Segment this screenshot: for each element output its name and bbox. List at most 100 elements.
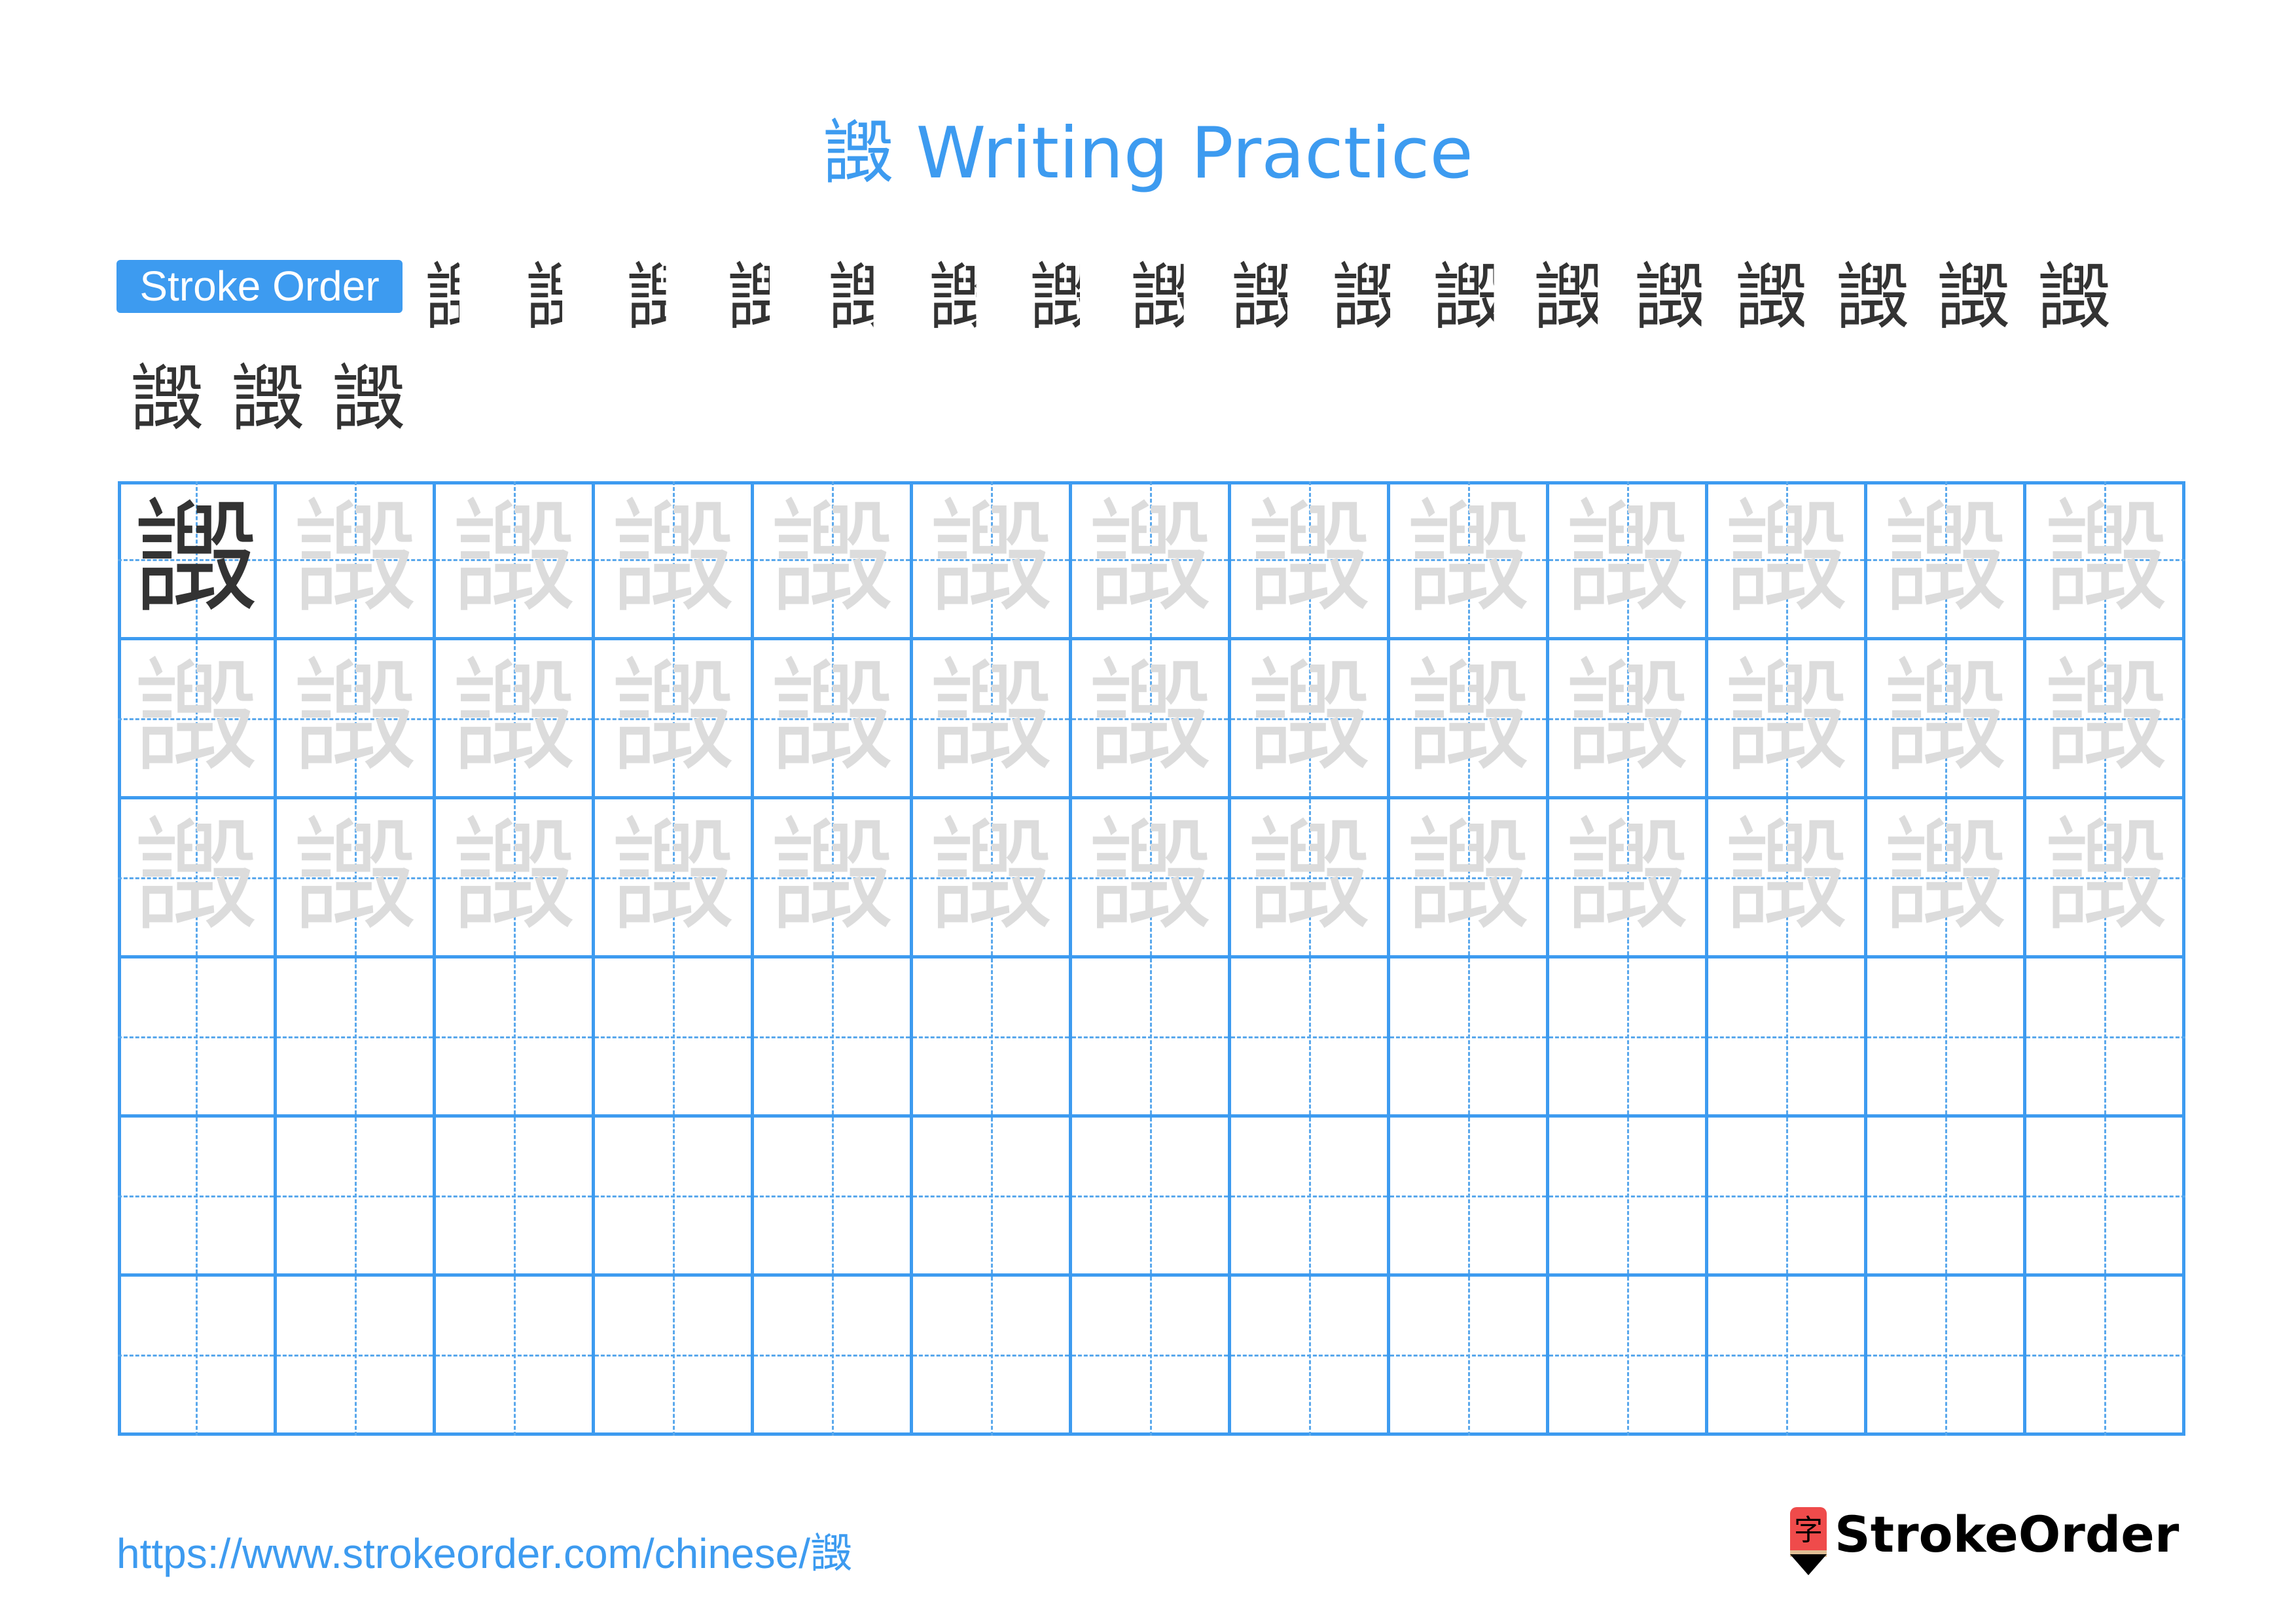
grid-cell[interactable] <box>595 1277 754 1436</box>
grid-cell[interactable] <box>1390 1118 1549 1277</box>
grid-cell[interactable]: 譭 <box>1231 640 1390 799</box>
grid-cell[interactable]: 譭 <box>913 481 1072 640</box>
stroke-step-1: 譭 <box>425 255 498 340</box>
grid-cell[interactable]: 譭 <box>595 640 754 799</box>
grid-cell[interactable] <box>277 958 436 1118</box>
grid-cell[interactable] <box>1867 1118 2026 1277</box>
grid-cell[interactable] <box>118 1118 277 1277</box>
guide-line-horizontal <box>1072 1355 1228 1357</box>
grid-cell[interactable]: 譭 <box>1072 481 1231 640</box>
trace-character: 譭 <box>610 486 735 631</box>
grid-cell[interactable] <box>1072 1118 1231 1277</box>
grid-cell[interactable]: 譭 <box>1231 481 1390 640</box>
grid-cell[interactable]: 譭 <box>436 640 595 799</box>
grid-cell[interactable] <box>436 958 595 1118</box>
grid-cell[interactable]: 譭 <box>1867 481 2026 640</box>
trace-character: 譭 <box>1087 486 1212 631</box>
guide-line-horizontal <box>436 1036 592 1038</box>
grid-cell[interactable] <box>1708 1277 1867 1436</box>
trace-character: 譭 <box>1882 486 2007 631</box>
grid-cell[interactable]: 譭 <box>595 481 754 640</box>
grid-cell[interactable]: 譭 <box>1867 640 2026 799</box>
grid-cell[interactable] <box>2026 1118 2185 1277</box>
grid-cell[interactable]: 譭 <box>754 481 913 640</box>
trace-character: 譭 <box>1723 486 1848 631</box>
grid-cell[interactable]: 譭 <box>1867 799 2026 958</box>
grid-cell[interactable]: 譭 <box>118 481 277 640</box>
grid-cell[interactable] <box>754 958 913 1118</box>
grid-cell[interactable] <box>1867 958 2026 1118</box>
trace-character: 譭 <box>1882 805 2007 949</box>
grid-cell[interactable] <box>277 1118 436 1277</box>
stroke-step-18: 譭 <box>130 357 204 442</box>
guide-line-horizontal <box>2026 1036 2185 1038</box>
grid-cell[interactable] <box>436 1118 595 1277</box>
grid-cell[interactable] <box>436 1277 595 1436</box>
grid-cell[interactable] <box>1231 1118 1390 1277</box>
grid-cell[interactable] <box>1390 1277 1549 1436</box>
grid-cell[interactable] <box>754 1277 913 1436</box>
grid-cell[interactable]: 譭 <box>913 640 1072 799</box>
grid-cell[interactable]: 譭 <box>277 799 436 958</box>
pencil-tip-icon <box>1790 1554 1827 1575</box>
grid-cell[interactable] <box>754 1118 913 1277</box>
grid-cell[interactable] <box>2026 958 2185 1118</box>
grid-cell[interactable] <box>1390 958 1549 1118</box>
grid-cell[interactable]: 譭 <box>1390 640 1549 799</box>
grid-cell[interactable] <box>595 958 754 1118</box>
stroke-step-20: 譭 <box>332 357 405 442</box>
grid-cell[interactable]: 譭 <box>754 799 913 958</box>
grid-cell[interactable]: 譭 <box>754 640 913 799</box>
grid-cell[interactable]: 譭 <box>1708 799 1867 958</box>
grid-cell[interactable] <box>118 958 277 1118</box>
grid-cell[interactable] <box>1867 1277 2026 1436</box>
grid-cell[interactable]: 譭 <box>1708 640 1867 799</box>
grid-cell[interactable]: 譭 <box>277 640 436 799</box>
grid-cell[interactable] <box>1708 1118 1867 1277</box>
grid-cell[interactable]: 譭 <box>1231 799 1390 958</box>
grid-cell[interactable] <box>913 958 1072 1118</box>
grid-cell[interactable] <box>1708 958 1867 1118</box>
grid-cell[interactable]: 譭 <box>1072 640 1231 799</box>
grid-cell[interactable] <box>1549 1118 1708 1277</box>
grid-cell[interactable]: 譭 <box>1549 640 1708 799</box>
grid-cell[interactable] <box>913 1118 1072 1277</box>
source-url[interactable]: https://www.strokeorder.com/chinese/譭 <box>117 1520 852 1580</box>
grid-cell[interactable]: 譭 <box>2026 640 2185 799</box>
grid-cell[interactable]: 譭 <box>436 481 595 640</box>
grid-cell[interactable]: 譭 <box>2026 481 2185 640</box>
grid-cell[interactable]: 譭 <box>1549 799 1708 958</box>
trace-character: 譭 <box>1405 805 1530 949</box>
grid-cell[interactable]: 譭 <box>436 799 595 958</box>
trace-character: 譭 <box>1246 646 1371 790</box>
grid-cell[interactable]: 譭 <box>1390 799 1549 958</box>
grid-cell[interactable] <box>1231 1277 1390 1436</box>
grid-cell[interactable]: 譭 <box>118 799 277 958</box>
grid-cell[interactable] <box>595 1118 754 1277</box>
trace-character: 譭 <box>133 805 258 949</box>
grid-cell[interactable] <box>277 1277 436 1436</box>
grid-cell[interactable] <box>118 1277 277 1436</box>
grid-cell[interactable]: 譭 <box>1549 481 1708 640</box>
grid-cell[interactable] <box>1231 958 1390 1118</box>
grid-cell[interactable] <box>1072 958 1231 1118</box>
grid-cell[interactable] <box>1549 1277 1708 1436</box>
grid-cell[interactable]: 譭 <box>1708 481 1867 640</box>
grid-cell[interactable]: 譭 <box>1390 481 1549 640</box>
grid-cell[interactable] <box>1549 958 1708 1118</box>
grid-cell[interactable] <box>2026 1277 2185 1436</box>
guide-line-horizontal <box>1549 1036 1705 1038</box>
guide-line-horizontal <box>1867 1355 2023 1357</box>
grid-cell[interactable]: 譭 <box>1072 799 1231 958</box>
grid-cell[interactable]: 譭 <box>2026 799 2185 958</box>
guide-line-horizontal <box>595 1195 751 1197</box>
guide-line-horizontal <box>1390 1195 1546 1197</box>
grid-cell[interactable] <box>913 1277 1072 1436</box>
grid-cell[interactable] <box>1072 1277 1231 1436</box>
trace-character: 譭 <box>292 805 417 949</box>
grid-cell[interactable]: 譭 <box>913 799 1072 958</box>
grid-cell[interactable]: 譭 <box>595 799 754 958</box>
grid-cell[interactable]: 譭 <box>118 640 277 799</box>
grid-cell[interactable]: 譭 <box>277 481 436 640</box>
guide-line-horizontal <box>2026 1355 2185 1357</box>
